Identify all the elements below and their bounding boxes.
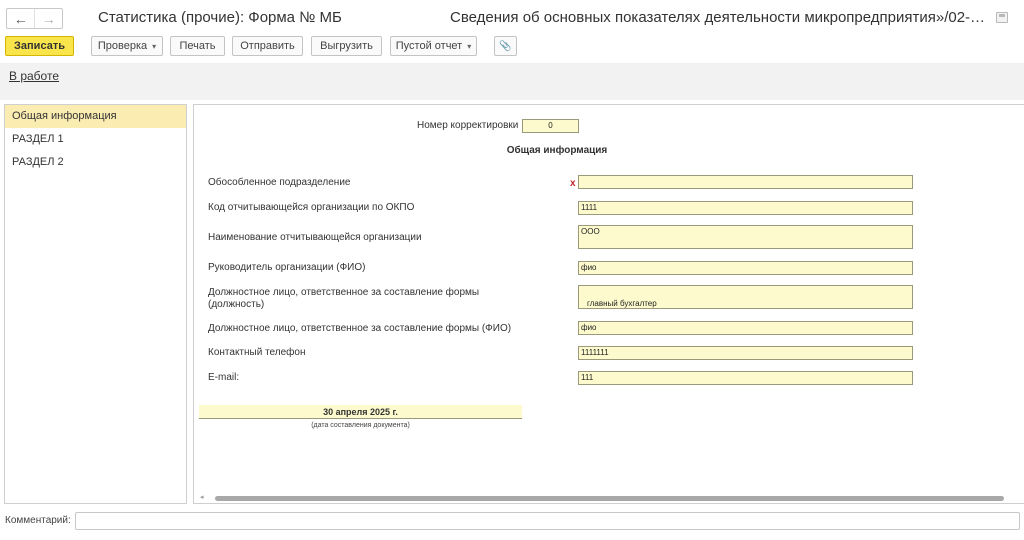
- back-arrow-icon[interactable]: ←: [7, 9, 34, 28]
- report-form: Номер корректировки 0 Общая информация О…: [193, 104, 1024, 504]
- dropdown-caret-icon: ▾: [467, 41, 472, 51]
- navigation-buttons: ← →: [6, 8, 63, 29]
- sidebar-item-section-1[interactable]: РАЗДЕЛ 1: [5, 128, 186, 151]
- status-bar: В работе: [0, 63, 1024, 100]
- email-field[interactable]: 111: [578, 371, 913, 385]
- empty-report-button[interactable]: Пустой отчет ▾: [390, 36, 477, 56]
- save-button-label: Записать: [14, 40, 65, 52]
- field-label-official-name: Должностное лицо, ответственное за соста…: [208, 323, 512, 334]
- send-button[interactable]: Отправить: [232, 36, 303, 56]
- field-label-okpo: Код отчитывающейся организации по ОКПО: [208, 202, 415, 213]
- correction-number-label: Номер корректировки: [417, 120, 519, 131]
- forward-arrow-icon[interactable]: →: [34, 9, 62, 28]
- scroll-left-icon[interactable]: ◂: [200, 493, 204, 503]
- phone-field[interactable]: 1111111: [578, 346, 913, 360]
- official-position-field[interactable]: главный бухгалтер: [578, 285, 913, 309]
- document-date-caption: (дата составления документа): [311, 422, 410, 429]
- window-title: Статистика (прочие): Форма № МБ: [98, 9, 342, 26]
- okpo-field[interactable]: 1111: [578, 201, 913, 215]
- field-label-phone: Контактный телефон: [208, 347, 306, 358]
- empty-report-button-label: Пустой отчет: [395, 40, 463, 52]
- check-button[interactable]: Проверка ▾: [91, 36, 163, 56]
- window-header: ← → Статистика (прочие): Форма № МБ Свед…: [0, 0, 1024, 34]
- field-label-org-name: Наименование отчитывающейся организации: [208, 232, 422, 243]
- export-button[interactable]: Выгрузить: [311, 36, 382, 56]
- command-toolbar: Записать Проверка ▾ Печать Отправить Выг…: [0, 34, 1024, 58]
- correction-number-field[interactable]: 0: [522, 119, 579, 133]
- field-label-director: Руководитель организации (ФИО): [208, 262, 366, 273]
- attach-button[interactable]: 📎: [494, 36, 517, 56]
- floppy-disk-icon[interactable]: [996, 12, 1008, 23]
- sidebar-item-general-info[interactable]: Общая информация: [5, 105, 186, 128]
- dropdown-caret-icon: ▾: [152, 41, 157, 51]
- document-title: Сведения об основных показателях деятель…: [450, 9, 986, 26]
- org-name-field[interactable]: ООО: [578, 225, 913, 249]
- section-sidebar: Общая информация РАЗДЕЛ 1 РАЗДЕЛ 2: [4, 104, 187, 504]
- field-label-official-position-line2: (должность): [208, 299, 265, 310]
- status-link[interactable]: В работе: [9, 69, 59, 83]
- section-heading: Общая информация: [506, 145, 608, 156]
- comment-row: Комментарий:: [0, 510, 1024, 532]
- required-mark-icon: x: [570, 178, 576, 189]
- comment-label: Комментарий:: [5, 515, 71, 526]
- field-label-subdivision: Обособленное подразделение: [208, 177, 351, 188]
- horizontal-scrollbar[interactable]: ◂: [194, 493, 1024, 503]
- paperclip-icon: 📎: [499, 40, 512, 52]
- print-button-label: Печать: [179, 40, 216, 52]
- field-label-official-position-line1: Должностное лицо, ответственное за соста…: [208, 287, 480, 298]
- comment-input[interactable]: [75, 512, 1020, 530]
- check-button-label: Проверка: [97, 40, 148, 52]
- director-field[interactable]: фио: [578, 261, 913, 275]
- send-button-label: Отправить: [240, 40, 295, 52]
- official-name-field[interactable]: фио: [578, 321, 913, 335]
- sidebar-item-section-2[interactable]: РАЗДЕЛ 2: [5, 151, 186, 174]
- document-date-field[interactable]: 30 апреля 2025 г.: [199, 405, 522, 419]
- field-label-email: E-mail:: [208, 372, 240, 383]
- scrollbar-thumb[interactable]: [215, 496, 1004, 501]
- export-button-label: Выгрузить: [320, 40, 373, 52]
- save-button[interactable]: Записать: [5, 36, 74, 56]
- print-button[interactable]: Печать: [170, 36, 225, 56]
- subdivision-field[interactable]: [578, 175, 913, 189]
